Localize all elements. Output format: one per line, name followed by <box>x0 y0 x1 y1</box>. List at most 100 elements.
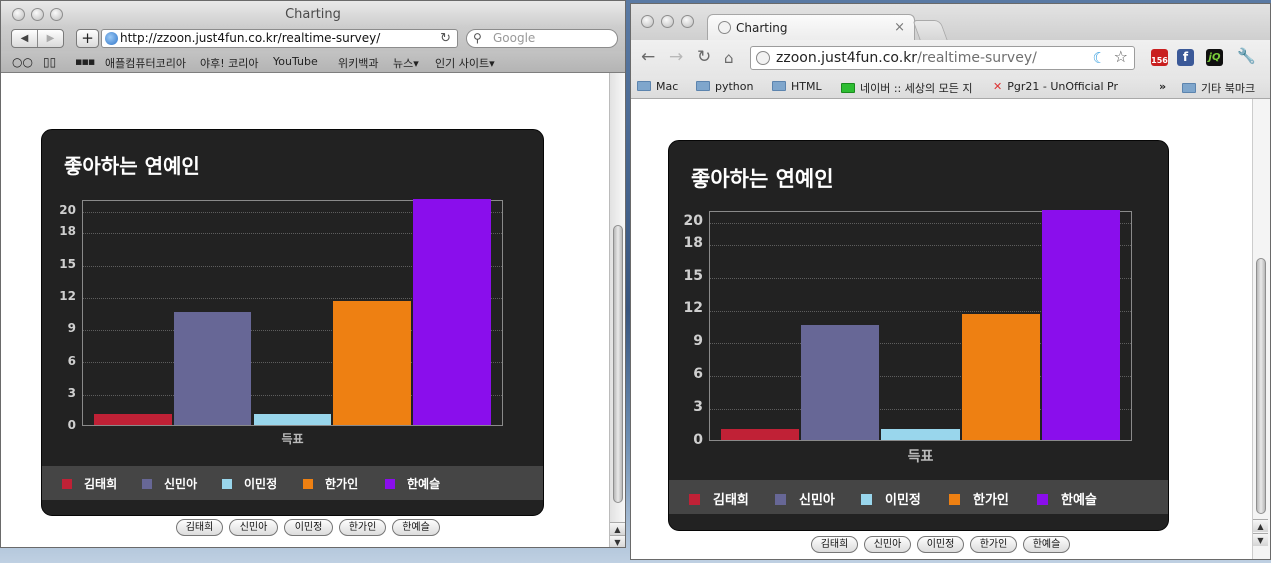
vote-buttons: 김태희 신민아 이민정 한가인 한예슬 <box>811 536 1076 553</box>
reading-list-icon[interactable]: ○○ <box>12 55 33 69</box>
gmail-counter-icon[interactable]: 156 <box>1151 49 1168 66</box>
globe-icon <box>105 32 118 45</box>
y-tick-label: 12 <box>59 289 76 304</box>
zoom-window-button[interactable] <box>681 15 694 28</box>
scroll-down-arrow[interactable]: ▼ <box>1253 533 1268 546</box>
legend-item[interactable]: 신민아 <box>775 489 835 508</box>
vote-button[interactable]: 신민아 <box>229 519 278 536</box>
legend-label: 이민정 <box>244 477 278 491</box>
legend-item[interactable]: 신민아 <box>142 475 197 492</box>
chrome-window: Charting × ← → ↻ ⌂ zzoon.just4fun.co.kr/… <box>630 3 1271 560</box>
scrollbar-thumb[interactable] <box>613 225 623 503</box>
y-tick-label: 20 <box>683 212 703 229</box>
jquery-icon[interactable]: jQ <box>1206 49 1223 66</box>
bookmark-folder-html[interactable]: HTML <box>772 80 822 93</box>
vertical-scrollbar[interactable]: ▲ ▼ <box>609 73 625 547</box>
back-forward-buttons: ◀ ▶ <box>11 29 64 48</box>
bookmark-item[interactable]: 인기 사이트▾ <box>435 55 495 71</box>
legend-label: 한예슬 <box>407 477 441 491</box>
legend-item[interactable]: 이민정 <box>861 489 921 508</box>
plot-area <box>82 199 503 426</box>
back-button[interactable]: ◀ <box>12 30 37 47</box>
reload-icon[interactable]: ↻ <box>440 30 451 47</box>
legend-label: 신민아 <box>799 492 835 508</box>
address-text: http://zzoon.just4fun.co.kr/realtime-sur… <box>120 31 381 45</box>
legend-item[interactable]: 김태희 <box>62 475 117 492</box>
scroll-up-arrow[interactable]: ▲ <box>1253 519 1268 532</box>
bar-5[interactable] <box>1042 210 1121 440</box>
bar-3[interactable] <box>881 429 960 440</box>
add-bookmark-button[interactable]: + <box>76 29 99 48</box>
bar-1[interactable] <box>93 414 172 425</box>
book-icon[interactable]: ▯▯ <box>43 55 56 69</box>
y-tick-label: 18 <box>59 224 76 239</box>
legend-label: 신민아 <box>164 477 198 491</box>
legend-item[interactable]: 이민정 <box>222 475 277 492</box>
forward-button[interactable]: ▶ <box>37 30 63 47</box>
home-icon[interactable]: ⌂ <box>724 49 734 67</box>
vote-button[interactable]: 신민아 <box>864 536 911 553</box>
bookmark-item[interactable]: 뉴스▾ <box>393 55 419 71</box>
bookmark-item[interactable]: 야후! 코리아 <box>200 55 259 71</box>
page-viewport: 좋아하는 연예인 0 3 6 9 12 15 18 20 득표 김태희 신민아 이민정 한가인 한예슬 김태희… <box>631 99 1254 559</box>
bookmark-pgr21[interactable]: ✕ Pgr21 - UnOfficial Pr <box>993 80 1118 93</box>
scroll-down-arrow[interactable]: ▼ <box>610 535 625 547</box>
legend-item[interactable]: 김태희 <box>689 489 749 508</box>
vote-button[interactable]: 이민정 <box>284 519 333 536</box>
bar-4[interactable] <box>961 314 1041 440</box>
legend-item[interactable]: 한가인 <box>303 475 358 492</box>
new-tab-button[interactable] <box>912 20 948 40</box>
bookmark-star-icon[interactable]: ☆ <box>1114 46 1128 68</box>
bookmark-item[interactable]: YouTube <box>273 55 318 68</box>
legend-item[interactable]: 한예슬 <box>385 475 440 492</box>
vote-button[interactable]: 한가인 <box>970 536 1017 553</box>
legend-label: 한가인 <box>325 477 359 491</box>
search-input[interactable]: ⚲ Google <box>466 29 618 48</box>
scroll-up-arrow[interactable]: ▲ <box>610 522 625 535</box>
address-bar[interactable]: http://zzoon.just4fun.co.kr/realtime-sur… <box>101 29 458 48</box>
extension-moon-icon[interactable]: ☾ <box>1093 47 1106 69</box>
vote-button[interactable]: 한가인 <box>339 519 386 536</box>
vote-button[interactable]: 김태희 <box>811 536 858 553</box>
y-tick-label: 12 <box>683 300 703 317</box>
bookmark-item[interactable]: 위키백과 <box>338 55 378 71</box>
tab-strip: Charting × <box>631 4 1270 41</box>
bar-2[interactable] <box>173 312 252 425</box>
tab-charting[interactable]: Charting × <box>707 14 915 41</box>
minimize-window-button[interactable] <box>661 15 674 28</box>
bookmark-folder-other[interactable]: 기타 북마크 <box>1182 80 1255 96</box>
bar-4[interactable] <box>333 301 412 425</box>
facebook-icon[interactable]: f <box>1177 49 1194 66</box>
legend-item[interactable]: 한예슬 <box>1037 489 1097 508</box>
forward-icon[interactable]: → <box>669 47 683 67</box>
close-tab-icon[interactable]: × <box>894 15 905 41</box>
legend-item[interactable]: 한가인 <box>949 489 1009 508</box>
bookmark-folder-python[interactable]: python <box>696 80 753 93</box>
bar-1[interactable] <box>720 429 799 440</box>
vote-button[interactable]: 이민정 <box>917 536 964 553</box>
wrench-menu-icon[interactable]: 🔧 <box>1237 49 1256 66</box>
bar-2[interactable] <box>800 325 880 440</box>
y-tick-label: 3 <box>67 385 76 400</box>
vote-button[interactable]: 한예슬 <box>392 519 440 536</box>
bookmark-naver[interactable]: 네이버 :: 세상의 모든 지 <box>841 80 972 96</box>
scrollbar-thumb[interactable] <box>1256 258 1266 514</box>
safari-window: Charting ◀ ▶ + http://zzoon.just4fun.co.… <box>0 0 626 548</box>
bookmark-item[interactable]: 애플컴퓨터코리아 <box>105 55 186 71</box>
bookmark-folder-mac[interactable]: Mac <box>637 80 678 93</box>
back-icon[interactable]: ← <box>641 47 655 67</box>
close-window-button[interactable] <box>641 15 654 28</box>
legend-label: 한가인 <box>973 492 1009 508</box>
omnibox[interactable]: zzoon.just4fun.co.kr/realtime-survey/ ☾ … <box>750 46 1135 70</box>
bookmarks-bar: Mac python HTML 네이버 :: 세상의 모든 지 ✕ Pgr21 -… <box>631 76 1270 99</box>
more-bookmarks-chevron[interactable]: » <box>1159 80 1166 93</box>
vote-button[interactable]: 김태희 <box>176 519 223 536</box>
top-sites-grid-icon[interactable]: ▪▪▪ <box>75 55 95 68</box>
reload-icon[interactable]: ↻ <box>697 47 711 67</box>
legend-label: 김태희 <box>84 477 118 491</box>
bar-5[interactable] <box>413 199 492 425</box>
bar-3[interactable] <box>253 414 332 425</box>
y-tick-label: 3 <box>693 399 703 416</box>
vertical-scrollbar[interactable]: ▲ ▼ <box>1252 99 1270 559</box>
vote-button[interactable]: 한예슬 <box>1023 536 1070 553</box>
